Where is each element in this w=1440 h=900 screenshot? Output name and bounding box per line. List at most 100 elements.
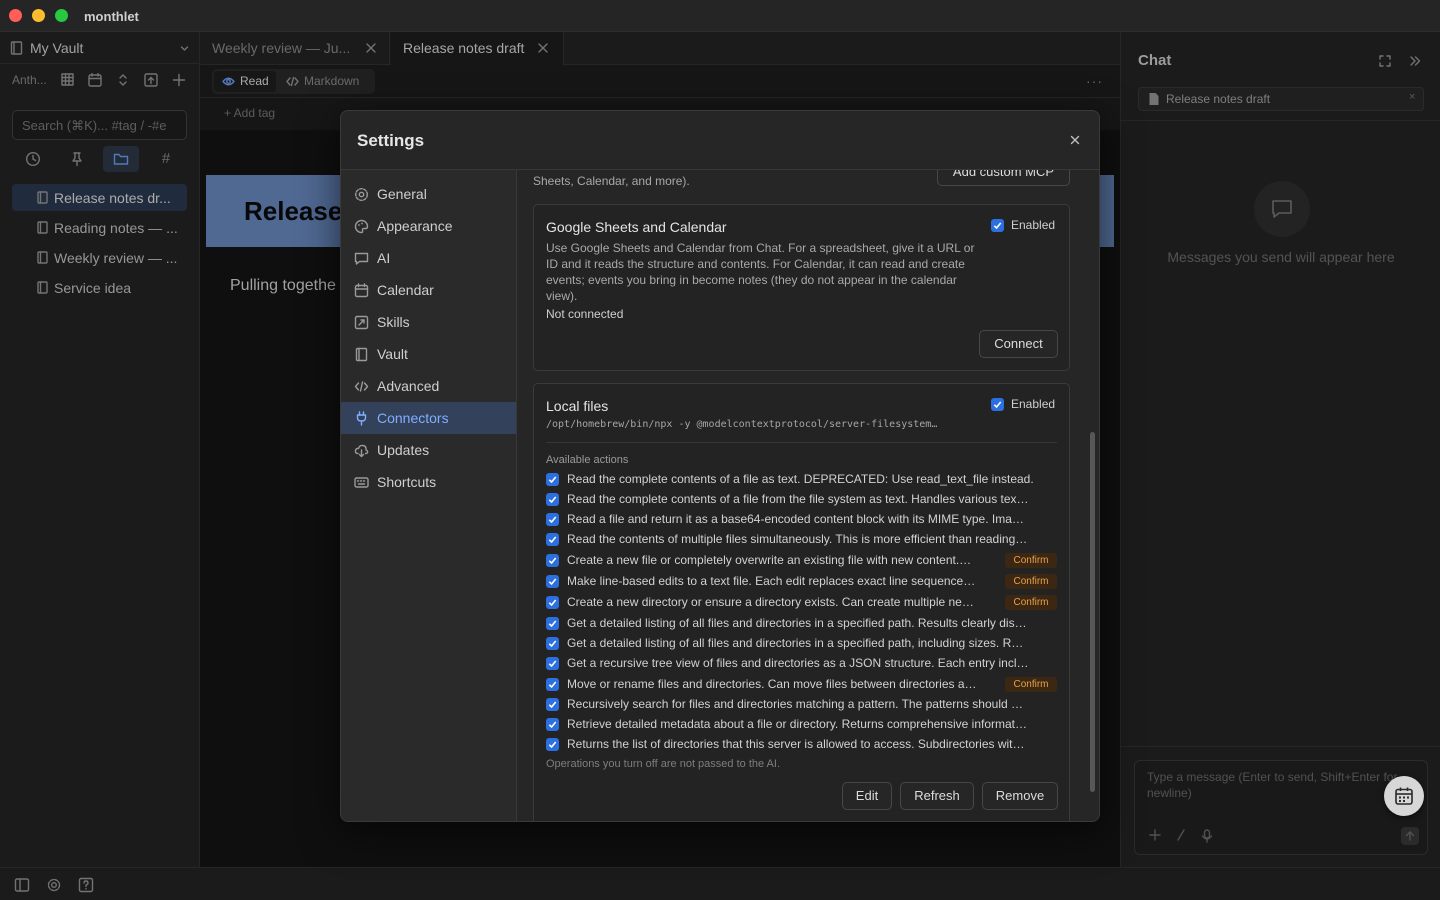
- settings-nav-label: Connectors: [377, 410, 449, 426]
- action-description: Make line-based edits to a text file. Ea…: [567, 574, 976, 588]
- action-row: Read a file and return it as a base64-en…: [546, 510, 1057, 530]
- confirm-badge[interactable]: Confirm: [1005, 677, 1057, 692]
- action-checkbox[interactable]: [546, 575, 559, 588]
- settings-nav-calendar[interactable]: Calendar: [341, 274, 516, 306]
- connector-title: Local files: [546, 398, 609, 414]
- settings-nav-label: Appearance: [377, 218, 453, 234]
- calendar-icon: [354, 283, 369, 298]
- settings-nav-updates[interactable]: Updates: [341, 434, 516, 466]
- connector-title: Google Sheets and Calendar: [546, 219, 727, 235]
- action-row: Get a detailed listing of all files and …: [546, 614, 1057, 634]
- refresh-button[interactable]: Refresh: [900, 782, 974, 810]
- settings-nav-label: Skills: [377, 314, 410, 330]
- book-icon: [355, 347, 368, 362]
- action-checkbox[interactable]: [546, 533, 559, 546]
- settings-nav-label: General: [377, 186, 427, 202]
- action-description: Read the contents of multiple files simu…: [567, 532, 1028, 546]
- connector-description: Use Google Sheets and Calendar from Chat…: [546, 241, 975, 303]
- cloud-download-icon: [354, 444, 369, 458]
- settings-nav-general[interactable]: General: [341, 178, 516, 210]
- title-bar: monthlet: [0, 0, 1440, 32]
- action-description: Get a detailed listing of all files and …: [567, 616, 1027, 630]
- action-row: Get a recursive tree view of files and d…: [546, 654, 1057, 674]
- action-row: Read the complete contents of a file fro…: [546, 490, 1057, 510]
- settings-nav-label: Vault: [377, 346, 408, 362]
- enabled-label: Enabled: [1011, 397, 1056, 411]
- settings-nav-ai[interactable]: AI: [341, 242, 516, 274]
- action-row: Read the complete contents of a file as …: [546, 470, 1057, 490]
- settings-nav-vault[interactable]: Vault: [341, 338, 516, 370]
- connectors-pane: Sheets, Calendar, and more). Add custom …: [518, 170, 1099, 821]
- action-row: Move or rename files and directories. Ca…: [546, 675, 1057, 695]
- settings-nav-shortcuts[interactable]: Shortcuts: [341, 466, 516, 498]
- quick-calendar-button[interactable]: [1384, 776, 1424, 816]
- action-description: Get a detailed listing of all files and …: [567, 636, 1024, 650]
- settings-nav-label: Updates: [377, 442, 430, 458]
- remove-button[interactable]: Remove: [982, 782, 1058, 810]
- available-actions-label: Available actions: [546, 454, 629, 466]
- action-checkbox[interactable]: [546, 617, 559, 630]
- connect-button[interactable]: Connect: [979, 330, 1058, 358]
- settings-nav: General Appearance AI Calendar Skills Va…: [341, 170, 517, 821]
- close-icon[interactable]: [1070, 135, 1080, 145]
- action-description: Read the complete contents of a file as …: [567, 472, 1034, 486]
- action-row: Make line-based edits to a text file. Ea…: [546, 572, 1057, 592]
- settings-dialog: Settings General Appearance AI Calendar …: [340, 110, 1100, 822]
- settings-nav-appearance[interactable]: Appearance: [341, 210, 516, 242]
- action-checkbox[interactable]: [546, 718, 559, 731]
- message-icon: [354, 252, 369, 265]
- action-row: Create a new directory or ensure a direc…: [546, 593, 1057, 613]
- settings-nav-connectors[interactable]: Connectors: [341, 402, 516, 434]
- action-checkbox[interactable]: [546, 637, 559, 650]
- action-description: Move or rename files and directories. Ca…: [567, 677, 977, 691]
- action-description: Create a new file or completely overwrit…: [567, 553, 972, 567]
- enabled-checkbox[interactable]: [991, 398, 1004, 411]
- enabled-label: Enabled: [1011, 218, 1056, 232]
- action-row: Recursively search for files and directo…: [546, 695, 1057, 715]
- add-custom-mcp-button[interactable]: Add custom MCP: [937, 170, 1070, 186]
- action-checkbox[interactable]: [546, 657, 559, 670]
- gear-icon: [354, 187, 369, 202]
- action-description: Get a recursive tree view of files and d…: [567, 656, 1029, 670]
- calendar-icon: [1395, 787, 1413, 805]
- action-checkbox[interactable]: [546, 513, 559, 526]
- local-files-connector-card: Local files Enabled /opt/homebrew/bin/np…: [533, 383, 1070, 821]
- settings-nav-label: AI: [377, 250, 391, 266]
- action-description: Recursively search for files and directo…: [567, 697, 1023, 711]
- action-checkbox[interactable]: [546, 596, 559, 609]
- confirm-badge[interactable]: Confirm: [1005, 595, 1057, 610]
- operations-note: Operations you turn off are not passed t…: [546, 758, 781, 770]
- close-window-button[interactable]: [9, 9, 22, 22]
- action-checkbox[interactable]: [546, 678, 559, 691]
- action-checkbox[interactable]: [546, 554, 559, 567]
- connector-command: /opt/homebrew/bin/npx -y @modelcontextpr…: [546, 419, 938, 430]
- action-row: Returns the list of directories that thi…: [546, 735, 1057, 755]
- settings-nav-label: Shortcuts: [377, 474, 437, 490]
- action-row: Retrieve detailed metadata about a file …: [546, 715, 1057, 735]
- google-connector-card: Google Sheets and Calendar Enabled Use G…: [533, 204, 1070, 371]
- action-row: Get a detailed listing of all files and …: [546, 634, 1057, 654]
- minimize-window-button[interactable]: [32, 9, 45, 22]
- action-checkbox[interactable]: [546, 738, 559, 751]
- action-description: Read the complete contents of a file fro…: [567, 492, 1029, 506]
- action-checkbox[interactable]: [546, 698, 559, 711]
- action-checkbox[interactable]: [546, 473, 559, 486]
- scrollbar-thumb[interactable]: [1090, 432, 1095, 792]
- confirm-badge[interactable]: Confirm: [1005, 553, 1057, 568]
- action-row: Read the contents of multiple files simu…: [546, 530, 1057, 550]
- action-checkbox[interactable]: [546, 493, 559, 506]
- settings-nav-skills[interactable]: Skills: [341, 306, 516, 338]
- edit-button[interactable]: Edit: [842, 782, 892, 810]
- settings-nav-advanced[interactable]: Advanced: [341, 370, 516, 402]
- palette-icon: [354, 219, 369, 234]
- settings-nav-label: Calendar: [377, 282, 434, 298]
- zoom-window-button[interactable]: [55, 9, 68, 22]
- divider: [546, 442, 1057, 443]
- action-description: Create a new directory or ensure a direc…: [567, 595, 974, 609]
- confirm-badge[interactable]: Confirm: [1005, 574, 1057, 589]
- code-icon: [354, 381, 369, 392]
- enabled-checkbox[interactable]: [991, 219, 1004, 232]
- app-title: monthlet: [84, 9, 139, 24]
- connection-status: Not connected: [546, 307, 624, 321]
- plug-icon: [356, 411, 367, 426]
